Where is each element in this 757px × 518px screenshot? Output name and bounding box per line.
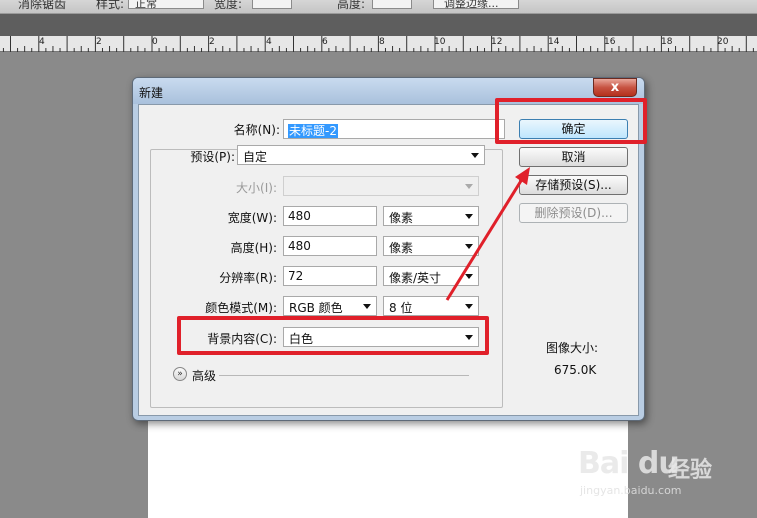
width-label: 宽度: <box>214 0 243 11</box>
image-size-value: 675.0K <box>554 363 597 377</box>
ruler-label: 8 <box>379 37 385 47</box>
resolution-input[interactable]: 72 <box>283 266 377 286</box>
height-input[interactable]: 480 <box>283 236 377 256</box>
dialog-body: 名称(N): 未标题-2 预设(P): 自定 大小(I): 宽度(W): 480… <box>138 104 639 416</box>
height-label: 高度: <box>337 0 366 11</box>
delete-preset-button: 删除预设(D)... <box>519 203 628 223</box>
highlight-background-box <box>177 316 489 355</box>
ruler-label: 18 <box>661 37 673 47</box>
name-label: 名称(N): <box>233 123 280 137</box>
ruler-label: 12 <box>491 37 503 47</box>
watermark-text: 经验 <box>668 458 713 483</box>
chevron-down-icon <box>465 274 473 279</box>
ruler-label: 14 <box>548 37 560 47</box>
chevron-down-icon <box>363 304 371 309</box>
refine-edge-button[interactable]: 调整边缘... <box>433 0 519 10</box>
resolution-label: 分辨率(R): <box>219 271 277 285</box>
color-mode-select[interactable]: RGB 颜色 <box>283 296 377 316</box>
close-icon: x <box>610 80 620 95</box>
ruler-label: 4 <box>39 37 45 47</box>
close-button[interactable]: x <box>593 78 637 97</box>
advanced-label[interactable]: 高级 <box>192 367 216 384</box>
document-canvas[interactable] <box>148 418 628 518</box>
ruler-label: 2 <box>209 37 215 47</box>
ruler-label: 2 <box>96 37 102 47</box>
ruler-label: 10 <box>434 37 446 47</box>
style-select[interactable]: 正常 <box>128 0 204 10</box>
chevron-down-icon <box>471 153 479 158</box>
height-unit-select[interactable]: 像素 <box>383 236 479 256</box>
width-unit-select[interactable]: 像素 <box>383 206 479 226</box>
dialog-title: 新建 <box>139 86 164 100</box>
chevron-down-icon <box>465 244 473 249</box>
anti-alias-label: 消除锯齿 <box>18 0 67 11</box>
style-label: 样式: <box>96 0 125 11</box>
width-input[interactable]: 480 <box>283 206 377 226</box>
save-preset-button[interactable]: 存储预设(S)... <box>519 175 628 195</box>
size-label: 大小(I): <box>236 181 277 195</box>
height-input[interactable] <box>372 0 412 9</box>
baidu-logo: Bai du <box>578 446 680 481</box>
preset-label: 预设(P): <box>190 150 235 164</box>
horizontal-ruler: 4 2 0 2 4 6 8 10 12 14 16 18 20 <box>0 36 757 52</box>
highlight-ok-box <box>495 98 647 144</box>
ruler-label: 6 <box>322 37 328 47</box>
ruler-label: 16 <box>604 37 616 47</box>
color-mode-label: 颜色模式(M): <box>205 301 277 315</box>
size-select <box>283 176 479 196</box>
name-input[interactable]: 未标题-2 <box>283 119 505 139</box>
height-label: 高度(H): <box>230 241 277 255</box>
ruler-label: 4 <box>266 37 272 47</box>
ruler-label: 0 <box>152 37 158 47</box>
width-label: 宽度(W): <box>227 211 277 225</box>
advanced-divider <box>219 375 469 376</box>
preset-select[interactable]: 自定 <box>237 145 485 165</box>
chevron-down-icon <box>465 304 473 309</box>
name-value: 未标题-2 <box>288 124 338 138</box>
width-input[interactable] <box>252 0 292 9</box>
chevron-down-icon <box>465 184 473 189</box>
bit-depth-select[interactable]: 8 位 <box>383 296 479 316</box>
image-size-label: 图像大小: <box>546 341 599 355</box>
resolution-unit-select[interactable]: 像素/英寸 <box>383 266 479 286</box>
double-chevron-down-icon[interactable]: » <box>173 367 187 381</box>
cancel-button[interactable]: 取消 <box>519 147 628 167</box>
watermark-url: jingyan.baidu.com <box>580 484 682 497</box>
baidu-watermark: Bai du 经验 jingyan.baidu.com <box>578 438 748 508</box>
options-bar: 消除锯齿 样式: 正常 宽度: 高度: 调整边缘... <box>0 0 757 14</box>
ruler-label: 20 <box>717 37 729 47</box>
tab-strip <box>0 14 757 36</box>
chevron-down-icon <box>465 214 473 219</box>
